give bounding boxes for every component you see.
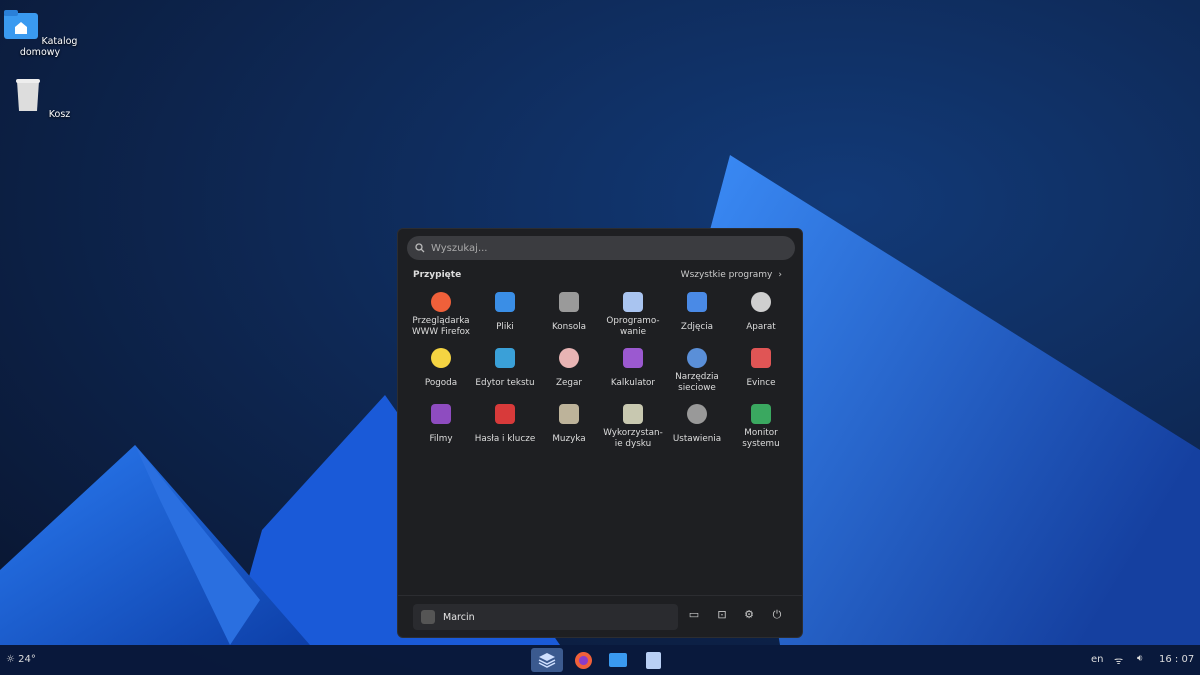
app-label: Oprogramo- wanie bbox=[606, 316, 660, 337]
passwords-icon bbox=[495, 404, 515, 424]
folder-icon bbox=[495, 292, 515, 312]
app-label: Hasła i klucze bbox=[474, 433, 536, 444]
desktop-icon-trash[interactable]: Kosz bbox=[0, 77, 80, 120]
app-system-monitor[interactable]: Monitor systemu bbox=[729, 404, 793, 460]
app-firefox[interactable]: Przeglądarka WWW Firefox bbox=[409, 292, 473, 348]
app-settings[interactable]: Ustawienia bbox=[665, 404, 729, 460]
app-label: Ustawienia bbox=[672, 433, 722, 444]
app-folder[interactable]: Pliki bbox=[473, 292, 537, 348]
folder-icon[interactable]: ▭ bbox=[686, 608, 702, 624]
user-avatar-icon bbox=[421, 610, 435, 624]
settings-icon[interactable]: ⚙ bbox=[741, 608, 757, 624]
system-monitor-icon bbox=[751, 404, 771, 424]
photos-icon bbox=[687, 292, 707, 312]
camera-icon bbox=[751, 292, 771, 312]
app-software[interactable]: Oprogramo- wanie bbox=[601, 292, 665, 348]
taskbar-app-menu[interactable] bbox=[531, 648, 563, 672]
taskbar: ☼ 24° en ᯤ 🔉︎ 16 : 07 bbox=[0, 645, 1200, 675]
search-input[interactable] bbox=[431, 242, 771, 254]
layers-icon bbox=[538, 653, 556, 668]
app-label: Muzyka bbox=[552, 433, 586, 444]
app-label: Edytor tekstu bbox=[475, 377, 535, 388]
app-label: Zegar bbox=[555, 377, 583, 388]
weather-icon bbox=[431, 348, 451, 368]
power-icon[interactable]: ⏻ bbox=[769, 608, 785, 624]
wifi-icon[interactable]: ᯤ bbox=[1114, 653, 1123, 667]
taskbar-firefox[interactable] bbox=[567, 648, 599, 672]
text-editor-icon bbox=[495, 348, 515, 368]
app-label: Monitor systemu bbox=[742, 428, 780, 449]
chevron-right-icon: › bbox=[778, 270, 782, 280]
music-icon bbox=[559, 404, 579, 424]
document-viewer-icon bbox=[751, 348, 771, 368]
app-label: Pogoda bbox=[424, 377, 458, 388]
app-label: Zdjęcia bbox=[680, 321, 714, 332]
sun-icon: ☼ bbox=[6, 654, 19, 665]
trash-icon bbox=[15, 79, 40, 111]
disk-usage-icon bbox=[623, 404, 643, 424]
pinned-apps-grid: Przeglądarka WWW Firefox Pliki Konsola Opro… bbox=[409, 292, 793, 460]
app-label: Wykorzystan- ie dysku bbox=[603, 428, 663, 449]
app-disk-usage[interactable]: Wykorzystan- ie dysku bbox=[601, 404, 665, 460]
volume-icon[interactable]: 🔉︎ bbox=[1137, 653, 1143, 664]
software-icon bbox=[623, 292, 643, 312]
video-icon bbox=[431, 404, 451, 424]
search-icon bbox=[415, 243, 425, 253]
terminal-icon[interactable]: ⊡ bbox=[714, 608, 730, 624]
app-label: Narzędzia sieciowe bbox=[675, 372, 719, 393]
desktop-icon-home[interactable]: Katalog domowy bbox=[0, 10, 80, 58]
all-programs-label: Wszystkie programy bbox=[680, 270, 773, 280]
pinned-heading: Przypięte bbox=[413, 270, 462, 280]
app-document-viewer[interactable]: Evince bbox=[729, 348, 793, 404]
firefox-icon bbox=[431, 292, 451, 312]
user-button[interactable]: Marcin bbox=[413, 604, 678, 630]
app-terminal[interactable]: Konsola bbox=[537, 292, 601, 348]
app-label: Kalkulator bbox=[610, 377, 656, 388]
menu-footer: Marcin ▭ ⊡ ⚙ ⏻ bbox=[398, 595, 802, 637]
app-label: Pliki bbox=[496, 321, 514, 332]
app-photos[interactable]: Zdjęcia bbox=[665, 292, 729, 348]
clock[interactable]: 16 : 07 bbox=[1159, 654, 1194, 665]
all-programs-button[interactable]: Wszystkie programy › bbox=[681, 270, 782, 280]
app-label: Przeglądarka WWW Firefox bbox=[411, 316, 470, 337]
app-camera[interactable]: Aparat bbox=[729, 292, 793, 348]
network-tools-icon bbox=[687, 348, 707, 368]
app-text-editor[interactable]: Edytor tekstu bbox=[473, 348, 537, 404]
app-video[interactable]: Filmy bbox=[409, 404, 473, 460]
software-icon bbox=[645, 651, 661, 669]
app-music[interactable]: Muzyka bbox=[537, 404, 601, 460]
search-box[interactable] bbox=[407, 236, 795, 260]
calculator-icon bbox=[623, 348, 643, 368]
app-weather[interactable]: Pogoda bbox=[409, 348, 473, 404]
folder-icon bbox=[609, 653, 627, 667]
app-label: Konsola bbox=[551, 321, 587, 332]
app-calculator[interactable]: Kalkulator bbox=[601, 348, 665, 404]
app-menu: Przypięte Wszystkie programy › Przeglądar… bbox=[397, 228, 803, 638]
app-passwords[interactable]: Hasła i klucze bbox=[473, 404, 537, 460]
folder-home-icon bbox=[3, 10, 38, 39]
weather-temp: 24° bbox=[18, 654, 36, 665]
app-clock[interactable]: Zegar bbox=[537, 348, 601, 404]
app-label: Aparat bbox=[746, 321, 776, 332]
taskbar-software[interactable] bbox=[637, 648, 669, 672]
keyboard-layout[interactable]: en bbox=[1091, 654, 1104, 665]
app-label: Filmy bbox=[429, 433, 453, 444]
desktop-icon-label: Kosz bbox=[48, 109, 71, 120]
taskbar-files[interactable] bbox=[602, 648, 634, 672]
user-name: Marcin bbox=[443, 611, 475, 623]
app-label: Evince bbox=[746, 377, 776, 388]
weather-widget[interactable]: ☼ 24° bbox=[6, 654, 36, 665]
terminal-icon bbox=[559, 292, 579, 312]
firefox-icon bbox=[574, 651, 592, 669]
app-network-tools[interactable]: Narzędzia sieciowe bbox=[665, 348, 729, 404]
clock-icon bbox=[559, 348, 579, 368]
settings-icon bbox=[687, 404, 707, 424]
